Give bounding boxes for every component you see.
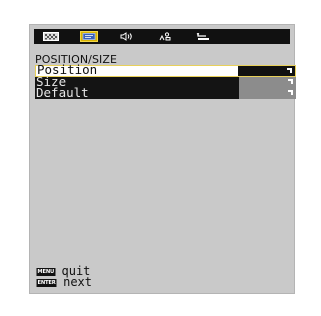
tab-position-size[interactable] <box>76 29 102 44</box>
setup-icon <box>159 32 171 41</box>
menu-key-icon: MENU <box>36 267 56 276</box>
screen-position-icon <box>80 31 98 42</box>
enter-key-icon: ENTER <box>36 278 57 287</box>
tab-audio[interactable] <box>114 29 140 44</box>
menu-item-position[interactable]: Position <box>35 63 296 77</box>
menu-item-default[interactable]: Default <box>35 85 296 100</box>
menu-item-label: Default <box>36 85 89 100</box>
submenu-arrow-icon <box>287 68 292 73</box>
submenu-indicator <box>238 66 295 76</box>
hint-action: next <box>63 275 93 289</box>
submenu-arrow-icon <box>288 90 293 95</box>
submenu-arrow-icon <box>288 79 293 84</box>
tab-setup[interactable] <box>152 29 178 44</box>
osd-menu-panel: POSITION/SIZE Position Size Default MENU… <box>29 24 296 294</box>
submenu-indicator <box>239 77 296 88</box>
menu-tab-bar <box>34 29 290 44</box>
tab-return[interactable] <box>190 29 216 44</box>
hint-enter-next: ENTER next <box>36 275 93 289</box>
picture-icon <box>43 32 59 41</box>
tab-picture[interactable] <box>38 29 64 44</box>
submenu-indicator <box>239 88 296 99</box>
audio-icon <box>120 32 132 41</box>
return-icon <box>196 33 209 40</box>
key-hints: MENU quit ENTER next <box>36 265 93 289</box>
